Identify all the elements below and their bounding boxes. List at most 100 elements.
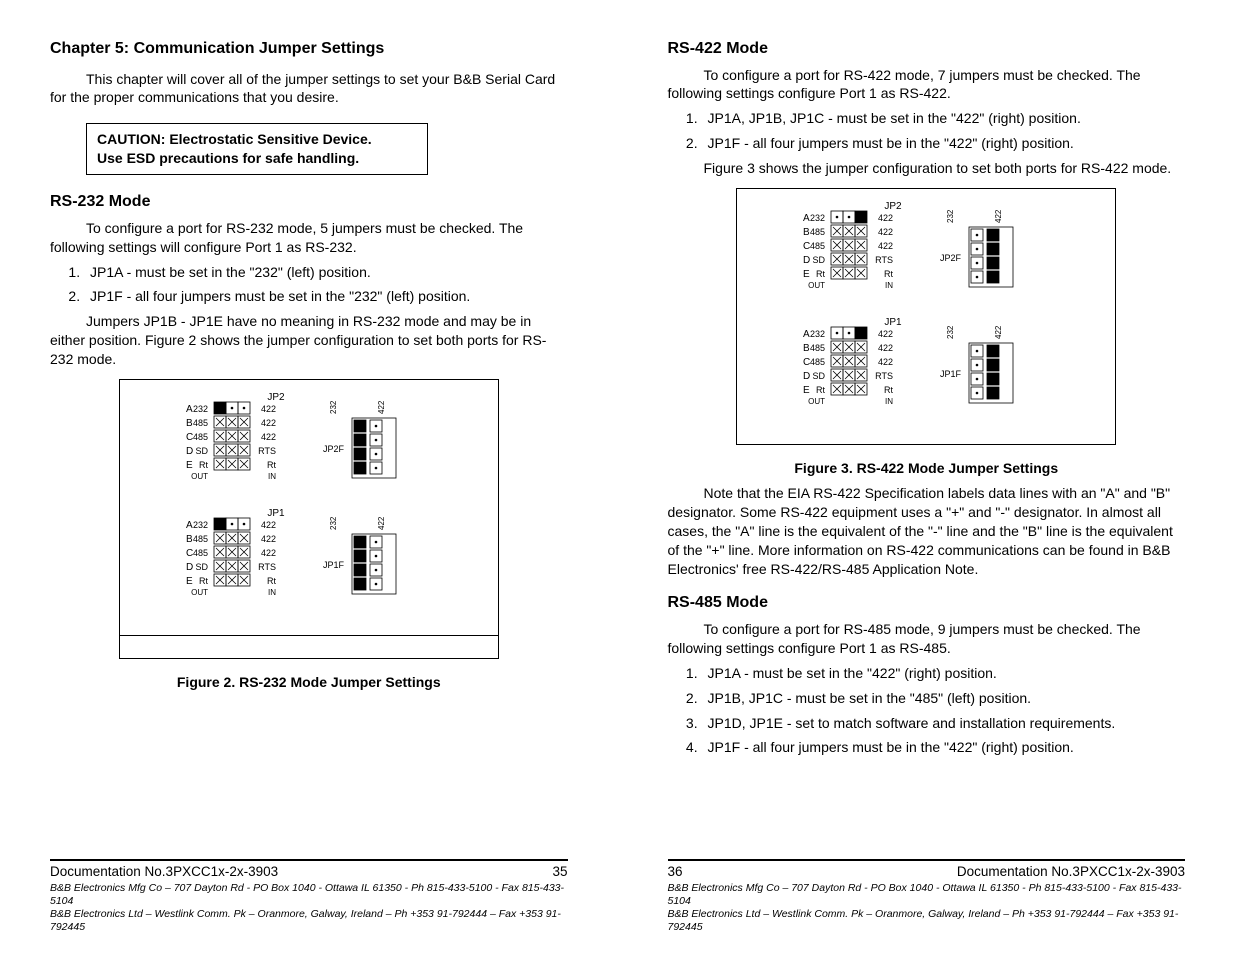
svg-text:SD: SD (813, 255, 826, 265)
svg-text:422: 422 (377, 516, 386, 530)
svg-text:422: 422 (261, 534, 276, 544)
svg-text:485: 485 (193, 534, 208, 544)
svg-text:Rt: Rt (199, 460, 208, 470)
rs232-list-item-2: JP1F - all four jumpers must be set in t… (84, 287, 568, 306)
svg-text:RTS: RTS (875, 371, 893, 381)
svg-text:E: E (186, 460, 193, 471)
svg-text:422: 422 (878, 213, 893, 223)
svg-text:485: 485 (193, 418, 208, 428)
footer-left: Documentation No.3PXCC1x-2x-3903 35 B&B … (50, 859, 568, 934)
svg-text:A: A (803, 329, 810, 340)
svg-text:E: E (803, 269, 810, 280)
rs422-note: Note that the EIA RS-422 Specification l… (668, 484, 1186, 578)
rs422-para-2: Figure 3 shows the jumper configuration … (668, 159, 1186, 178)
page-right: RS-422 Mode To configure a port for RS-4… (618, 0, 1235, 954)
svg-text:232: 232 (946, 325, 955, 339)
rs232-para-2: Jumpers JP1B - JP1E have no meaning in R… (50, 312, 568, 369)
svg-text:Rt: Rt (267, 576, 276, 586)
svg-text:Rt: Rt (884, 269, 893, 279)
svg-text:B: B (186, 418, 193, 429)
svg-text:422: 422 (878, 241, 893, 251)
svg-text:JP2F: JP2F (323, 444, 345, 454)
page-spread: Chapter 5: Communication Jumper Settings… (0, 0, 1235, 954)
svg-text:OUT: OUT (808, 397, 825, 406)
rs422-list-item-2: JP1F - all four jumpers must be in the "… (702, 134, 1186, 153)
doc-number: Documentation No.3PXCC1x-2x-3903 (50, 863, 278, 881)
svg-text:232: 232 (329, 516, 338, 530)
svg-text:485: 485 (193, 548, 208, 558)
svg-text:485: 485 (810, 343, 825, 353)
svg-text:Rt: Rt (884, 385, 893, 395)
svg-text:RTS: RTS (258, 446, 276, 456)
svg-text:422: 422 (878, 329, 893, 339)
svg-text:RTS: RTS (258, 562, 276, 572)
svg-text:JP2F: JP2F (940, 253, 962, 263)
svg-text:485: 485 (810, 227, 825, 237)
svg-text:422: 422 (878, 343, 893, 353)
svg-text:Rt: Rt (816, 269, 825, 279)
svg-text:B: B (803, 227, 810, 238)
svg-text:Rt: Rt (816, 385, 825, 395)
footer-addr-1: B&B Electronics Mfg Co – 707 Dayton Rd -… (50, 882, 568, 908)
rs485-list-item-1: JP1A - must be set in the "422" (right) … (702, 664, 1186, 683)
jumper-diagram-fig2: JP2A232422B485422C485422DSDRTSERtRtOUTIN… (144, 388, 474, 633)
svg-text:D: D (803, 371, 810, 382)
svg-text:IN: IN (268, 588, 276, 597)
svg-text:OUT: OUT (191, 472, 208, 481)
footer-addr-2: B&B Electronics Ltd – Westlink Comm. Pk … (668, 908, 1186, 934)
rs485-list-item-2: JP1B, JP1C - must be set in the "485" (l… (702, 689, 1186, 708)
svg-text:IN: IN (885, 397, 893, 406)
svg-text:422: 422 (377, 400, 386, 414)
svg-text:422: 422 (261, 418, 276, 428)
figure-3-frame: JP2A232422B485422C485422DSDRTSERtRtOUTIN… (736, 188, 1116, 445)
intro-paragraph: This chapter will cover all of the jumpe… (50, 70, 568, 108)
svg-text:OUT: OUT (808, 281, 825, 290)
svg-text:E: E (803, 385, 810, 396)
page-left: Chapter 5: Communication Jumper Settings… (0, 0, 618, 954)
svg-text:IN: IN (885, 281, 893, 290)
svg-text:422: 422 (261, 404, 276, 414)
svg-text:JP1F: JP1F (940, 369, 962, 379)
svg-text:Rt: Rt (267, 460, 276, 470)
chapter-title: Chapter 5: Communication Jumper Settings (50, 38, 568, 60)
svg-text:A: A (803, 213, 810, 224)
svg-text:D: D (803, 255, 810, 266)
figure-2-frame: JP2A232422B485422C485422DSDRTSERtRtOUTIN… (119, 379, 499, 659)
rs232-heading: RS-232 Mode (50, 191, 568, 213)
footer-right: 36 Documentation No.3PXCC1x-2x-3903 B&B … (668, 859, 1186, 934)
svg-text:E: E (186, 576, 193, 587)
svg-text:B: B (186, 534, 193, 545)
rs422-para-1: To configure a port for RS-422 mode, 7 j… (668, 66, 1186, 104)
footer-addr-1: B&B Electronics Mfg Co – 707 Dayton Rd -… (668, 882, 1186, 908)
svg-text:422: 422 (261, 548, 276, 558)
rs422-list: JP1A, JP1B, JP1C - must be set in the "4… (674, 109, 1186, 153)
svg-text:IN: IN (268, 472, 276, 481)
svg-text:SD: SD (195, 446, 208, 456)
figure-2-caption: Figure 2. RS-232 Mode Jumper Settings (50, 673, 568, 692)
svg-text:B: B (803, 343, 810, 354)
rs232-list: JP1A - must be set in the "232" (left) p… (56, 263, 568, 307)
page-number: 36 (668, 863, 683, 881)
svg-text:RTS: RTS (875, 255, 893, 265)
svg-text:OUT: OUT (191, 588, 208, 597)
rs485-list-item-4: JP1F - all four jumpers must be in the "… (702, 738, 1186, 757)
svg-text:A: A (186, 404, 193, 415)
caution-box: CAUTION: Electrostatic Sensitive Device.… (86, 123, 428, 175)
svg-text:JP2: JP2 (267, 392, 285, 403)
rs485-list: JP1A - must be set in the "422" (right) … (674, 664, 1186, 758)
svg-text:232: 232 (810, 329, 825, 339)
svg-text:422: 422 (878, 227, 893, 237)
svg-text:D: D (186, 562, 193, 573)
page-number: 35 (552, 863, 567, 881)
rs485-list-item-3: JP1D, JP1E - set to match software and i… (702, 714, 1186, 733)
svg-text:422: 422 (261, 520, 276, 530)
svg-text:422: 422 (878, 357, 893, 367)
rs485-heading: RS-485 Mode (668, 592, 1186, 614)
footer-addr-2: B&B Electronics Ltd – Westlink Comm. Pk … (50, 908, 568, 934)
svg-text:422: 422 (994, 325, 1003, 339)
doc-number: Documentation No.3PXCC1x-2x-3903 (957, 863, 1185, 881)
svg-text:SD: SD (813, 371, 826, 381)
svg-text:485: 485 (193, 432, 208, 442)
svg-text:232: 232 (329, 400, 338, 414)
svg-text:Rt: Rt (199, 576, 208, 586)
